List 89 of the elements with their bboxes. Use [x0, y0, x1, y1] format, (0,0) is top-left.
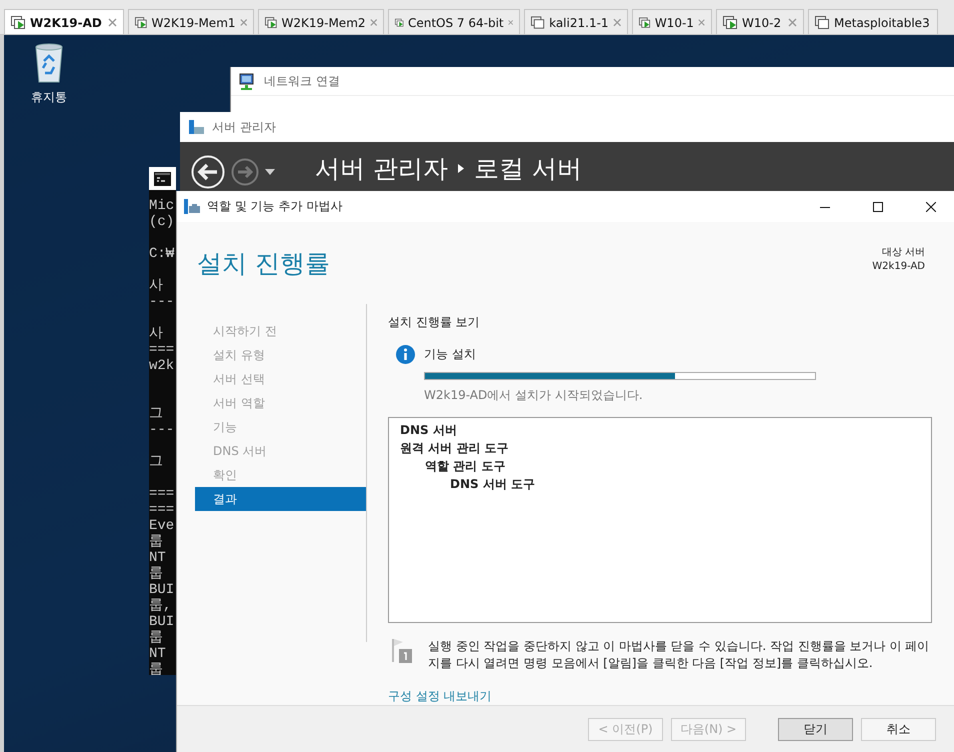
window-title: 역할 및 기능 추가 마법사 — [207, 198, 344, 215]
info-icon — [396, 345, 415, 364]
close-icon[interactable] — [240, 18, 247, 27]
console-text: w2k — [149, 358, 174, 374]
running-vm-icon — [639, 16, 651, 30]
tab-label: Metasploitable3 — [834, 16, 931, 30]
vm-tab[interactable]: W2K19-Mem2 — [258, 9, 384, 34]
maximize-icon — [873, 202, 883, 212]
wizard-step[interactable]: 결과 — [195, 487, 366, 511]
vm-tab[interactable]: kali21.1-1 — [524, 9, 628, 34]
console-icon — [154, 172, 171, 186]
console-text: 룹 — [149, 630, 163, 646]
window-title: 서버 관리자 — [212, 118, 276, 136]
close-icon[interactable] — [612, 18, 621, 27]
console-text: --- — [149, 422, 174, 438]
console-text: 룹 — [149, 566, 163, 582]
section-title: 설치 진행률 보기 — [388, 314, 481, 331]
console-text: NT — [149, 550, 166, 566]
console-text: (c) — [149, 214, 174, 230]
vm-tab[interactable]: W10-1 — [632, 9, 712, 34]
history-dropdown[interactable] — [265, 169, 275, 175]
close-icon[interactable] — [698, 18, 705, 27]
breadcrumb-separator-icon — [458, 164, 464, 172]
running-vm-icon — [11, 16, 26, 30]
console-text: BUI — [149, 614, 174, 630]
wizard-button[interactable]: 닫기 — [778, 718, 853, 740]
console-text: 룹 — [149, 662, 163, 675]
console-text: NT — [149, 646, 166, 662]
vm-tab[interactable]: W10-2 — [716, 9, 804, 34]
vm-icon — [815, 16, 830, 30]
server-manager-icon — [188, 119, 204, 135]
window-title: 네트워크 연결 — [264, 72, 340, 90]
console-text: === — [149, 486, 174, 502]
result-item: DNS 서버 — [400, 422, 457, 439]
tab-label: W2K19-Mem1 — [151, 16, 236, 30]
console-text: --- — [149, 294, 174, 310]
result-item: 역할 관리 도구 — [425, 458, 506, 475]
tab-label: W10-2 — [742, 16, 782, 30]
target-server-name: W2k19-AD — [872, 260, 925, 274]
status-title: 기능 설치 — [424, 346, 476, 363]
running-vm-icon — [265, 16, 278, 30]
tab-label: W2K19-Mem2 — [281, 16, 366, 30]
back-button[interactable] — [191, 155, 225, 189]
console-text: 룹 — [149, 534, 163, 550]
desktop-icon-label: 휴지통 — [31, 89, 67, 106]
console-text: 그 — [149, 454, 163, 470]
close-icon — [926, 202, 936, 212]
console-text: Eve — [149, 518, 174, 534]
console-text: 룹, — [149, 598, 172, 614]
notification-flag-icon — [392, 638, 412, 664]
wizard-icon — [184, 199, 200, 214]
vm-icon — [531, 16, 546, 30]
network-icon — [239, 72, 256, 90]
console-text: BUI — [149, 582, 174, 598]
breadcrumb-item: 서버 관리자 — [315, 152, 448, 184]
close-icon[interactable] — [508, 18, 513, 27]
console-text: 사 — [149, 278, 163, 294]
console-text: Mic — [149, 198, 174, 214]
console-text: === — [149, 342, 174, 358]
close-icon[interactable] — [370, 18, 377, 27]
console-text: 그 — [149, 406, 163, 422]
close-icon[interactable] — [788, 18, 797, 27]
running-vm-icon — [135, 16, 148, 30]
vm-tab[interactable]: W2K19-AD — [4, 9, 124, 34]
note-text: 실행 중인 작업을 중단하지 않고 이 마법사를 닫을 수 있습니다. 작업 진행률을 보거나 이 페이지를 다시 열려면 명령 모음에서 [알림]을 클릭한 다음 [작업 정보]를 클릭하십시오. — [428, 638, 930, 672]
page-heading: 설치 진행률 — [197, 248, 330, 280]
status-message: W2k19-AD에서 설치가 시작되었습니다. — [424, 386, 644, 404]
target-server-label: 대상 서버 — [882, 246, 925, 260]
console-text: C:₩ — [149, 246, 174, 262]
caret-icon — [265, 169, 275, 175]
result-item: 원격 서버 관리 도구 — [400, 440, 509, 457]
console-text: 사 — [149, 326, 163, 342]
export-settings-link[interactable]: 구성 설정 내보내기 — [388, 688, 492, 705]
vm-tab[interactable]: W2K19-Mem1 — [128, 9, 254, 34]
breadcrumb-item: 로컬 서버 — [474, 152, 582, 184]
close-icon[interactable] — [108, 18, 117, 27]
tab-label: W10-1 — [654, 16, 694, 30]
running-vm-icon — [723, 16, 738, 30]
vm-tab[interactable]: CentOS 7 64-bit — [388, 9, 520, 34]
tab-label: CentOS 7 64-bit — [408, 16, 504, 30]
result-item: DNS 서버 도구 — [450, 476, 536, 493]
desktop-icon[interactable]: 휴지통 — [26, 43, 72, 106]
tab-label: W2K19-AD — [30, 16, 103, 30]
vm-tab[interactable]: Metasploitable3 — [808, 9, 938, 34]
forward-button[interactable] — [231, 158, 259, 186]
console-text: === — [149, 502, 174, 518]
wizard-button[interactable]: 취소 — [861, 718, 936, 740]
tab-label: kali21.1-1 — [549, 16, 609, 30]
recycle-bin-icon — [34, 43, 64, 83]
